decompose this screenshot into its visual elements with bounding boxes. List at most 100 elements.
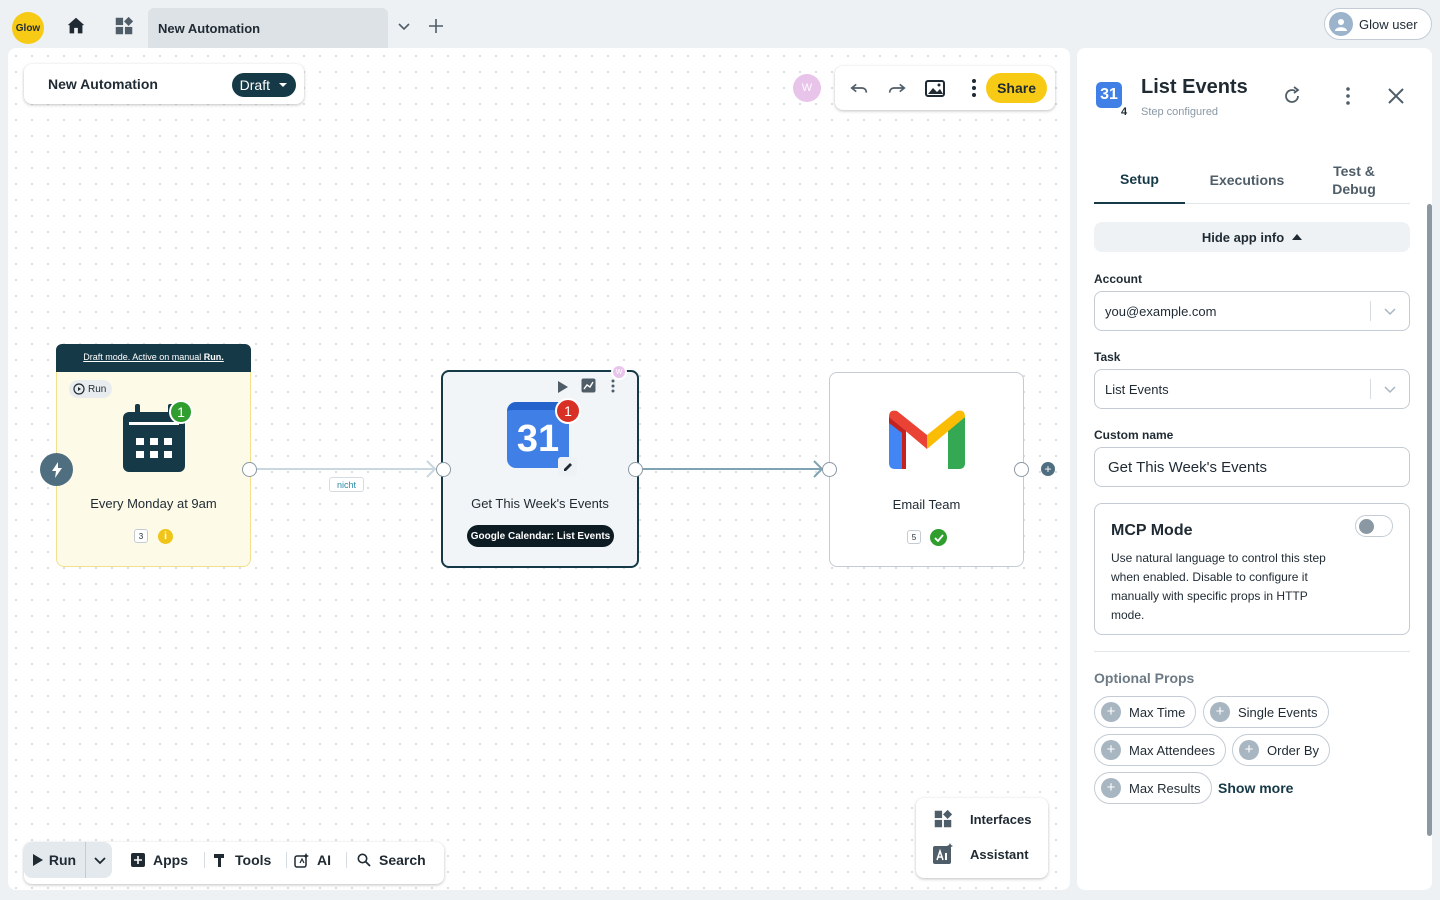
edge-label[interactable]: nicht	[329, 477, 364, 492]
select-divider	[1370, 301, 1371, 321]
edit-pencil-icon[interactable]	[558, 457, 577, 476]
play-icon[interactable]	[557, 380, 568, 398]
run-button[interactable]: Run	[24, 842, 86, 878]
user-menu-button[interactable]: Glow user	[1324, 8, 1432, 40]
plus-icon: +	[1101, 740, 1121, 760]
search-button[interactable]: Search	[357, 850, 426, 870]
home-icon[interactable]	[64, 14, 88, 38]
trigger-output-port[interactable]	[242, 462, 257, 477]
prop-chip-order-by[interactable]: + Order By	[1232, 734, 1331, 766]
run-chip-label: Run	[88, 383, 107, 395]
custom-name-label: Custom name	[1094, 428, 1174, 442]
assistant-label: Assistant	[970, 846, 1029, 862]
email-input-port[interactable]	[822, 462, 837, 477]
search-label: Search	[379, 852, 426, 868]
app-action-label: Google Calendar: List Events	[467, 525, 614, 547]
play-icon	[32, 854, 43, 866]
prop-chip-max-attendees[interactable]: + Max Attendees	[1094, 734, 1226, 766]
run-label: Run	[48, 852, 77, 868]
mcp-mode-card: MCP Mode Use natural language to control…	[1094, 503, 1410, 635]
panel-title[interactable]: List Events	[1141, 76, 1248, 99]
apps-button[interactable]: Apps	[131, 850, 188, 870]
prop-chip-max-results[interactable]: + Max Results	[1094, 772, 1212, 804]
step-node-get-events[interactable]: 31 1 Get This Week's Events Google Calen…	[441, 370, 639, 568]
email-output-port[interactable]	[1014, 462, 1029, 477]
ai-label: AI	[317, 852, 331, 868]
user-icon	[1329, 12, 1353, 36]
chevron-down-icon[interactable]	[392, 14, 416, 38]
ai-button[interactable]: AI	[294, 850, 331, 870]
interfaces-button[interactable]: Interfaces	[932, 807, 1031, 831]
prop-chip-max-time[interactable]: + Max Time	[1094, 696, 1197, 728]
bottom-toolbar: Run Apps Tools AI Search	[24, 842, 444, 884]
prop-label: Max Results	[1129, 780, 1201, 796]
trigger-node[interactable]: Run 1 Every Monday at 9am 3 i	[56, 372, 251, 567]
bolt-icon[interactable]	[40, 453, 73, 486]
prop-label: Single Events	[1238, 704, 1318, 720]
info-icon[interactable]: i	[158, 529, 173, 544]
run-chip[interactable]: Run	[69, 380, 113, 398]
workflow-canvas[interactable]: New Automation Draft W Share nicht Draft…	[8, 48, 1070, 890]
toolbar-divider	[204, 852, 205, 868]
run-button-group: Run	[24, 842, 112, 878]
task-select[interactable]: List Events	[1094, 369, 1410, 409]
widgets-icon[interactable]	[112, 14, 136, 38]
draft-mode-banner[interactable]: Draft mode. Active on manual Run.	[56, 344, 251, 372]
trigger-count: 3	[134, 529, 148, 543]
email-count: 5	[907, 530, 921, 544]
chevron-down-icon	[1384, 308, 1396, 316]
tab-new-automation[interactable]: New Automation	[148, 8, 388, 48]
tab-executions[interactable]: Executions	[1201, 156, 1293, 204]
section-divider	[1094, 651, 1410, 652]
side-tools-panel: Interfaces Assistant	[916, 798, 1048, 878]
tab-test-debug[interactable]: Test & Debug	[1324, 156, 1384, 204]
search-icon	[357, 853, 371, 867]
plus-icon: +	[1101, 702, 1121, 722]
tab-setup[interactable]: Setup	[1094, 156, 1185, 204]
toolbar-divider	[286, 852, 287, 868]
run-options-chevron-icon[interactable]	[88, 842, 112, 878]
custom-name-input[interactable]: Get This Week's Events	[1094, 447, 1410, 487]
assistant-button[interactable]: Assistant	[932, 842, 1029, 866]
add-step-plus-icon[interactable]: +	[1041, 462, 1055, 476]
ai-sparkle-icon	[294, 852, 309, 868]
plus-icon: +	[1239, 740, 1259, 760]
tools-label: Tools	[235, 852, 272, 868]
account-select[interactable]: you@example.com	[1094, 291, 1410, 331]
plus-icon[interactable]	[424, 14, 448, 38]
panel-tabs: Setup Executions Test & Debug	[1094, 156, 1410, 204]
prop-chip-single-events[interactable]: + Single Events	[1203, 696, 1329, 728]
tools-button[interactable]: Tools	[213, 850, 271, 870]
app-logo[interactable]: Glow	[12, 12, 44, 44]
refresh-icon[interactable]	[1280, 84, 1304, 108]
account-label: Account	[1094, 272, 1142, 286]
show-more-link[interactable]: Show more	[1218, 780, 1293, 796]
play-circle-icon	[73, 383, 85, 395]
step-config-panel: 31 4 List Events Step configured Setup E…	[1077, 48, 1432, 890]
step-node-email-team[interactable]: Email Team 5	[829, 372, 1024, 567]
panel-more-icon[interactable]	[1336, 84, 1360, 108]
step-collaborator-avatar: W	[611, 364, 627, 380]
trigger-badge: 1	[169, 400, 193, 424]
panel-scrollbar[interactable]	[1427, 204, 1432, 836]
step-output-port[interactable]	[628, 462, 643, 477]
hammer-icon	[214, 854, 224, 867]
step-input-port[interactable]	[436, 462, 451, 477]
chart-icon[interactable]	[581, 378, 596, 398]
mcp-toggle[interactable]	[1355, 515, 1393, 537]
optional-props-title: Optional Props	[1094, 670, 1195, 686]
top-bar: Glow New Automation Glow user	[0, 0, 1440, 48]
hide-app-info-button[interactable]: Hide app info	[1094, 222, 1410, 252]
interfaces-icon	[934, 809, 953, 828]
prop-label: Order By	[1267, 742, 1320, 758]
draft-banner-run-link[interactable]: Run.	[204, 352, 224, 362]
panel-subtitle: Step configured	[1141, 106, 1219, 118]
mcp-description: Use natural language to control this ste…	[1111, 551, 1326, 622]
close-icon[interactable]	[1384, 84, 1408, 108]
email-label: Email Team	[892, 497, 961, 512]
draft-banner-text: Draft mode. Active on manual	[83, 352, 204, 362]
toolbar-divider	[346, 852, 347, 868]
plus-icon: +	[1101, 778, 1121, 798]
step-more-icon[interactable]	[611, 379, 615, 398]
chevron-down-icon	[1384, 386, 1396, 394]
